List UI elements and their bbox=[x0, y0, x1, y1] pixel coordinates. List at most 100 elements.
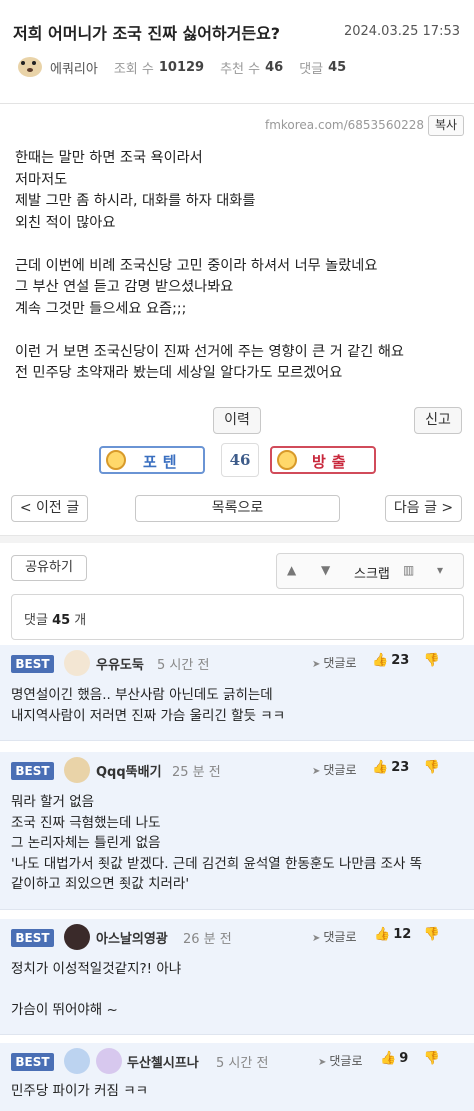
comment-like-button[interactable]: 👍 23 bbox=[372, 653, 409, 668]
reply-button[interactable]: 댓글로 bbox=[312, 761, 356, 778]
vote-count: 46 bbox=[221, 443, 259, 477]
best-badge: BEST bbox=[11, 929, 54, 947]
scrap-button[interactable]: 스크랩 bbox=[354, 563, 390, 582]
thumbs-down-icon[interactable]: 👎 bbox=[424, 927, 440, 942]
user-avatar[interactable] bbox=[64, 650, 90, 676]
comment-text: 명연설이긴 했음.. 부산사람 아닌데도 긁히는데 내지역사람이 저러면 진짜 … bbox=[11, 685, 285, 726]
reply-button[interactable]: 댓글로 bbox=[318, 1052, 362, 1069]
next-post-button[interactable]: 다음 글 > bbox=[385, 495, 462, 522]
copy-url-button[interactable]: 복사 bbox=[428, 115, 464, 136]
thumbs-up-icon: 👍 bbox=[380, 1051, 397, 1066]
comment-time: 25 분 전 bbox=[172, 765, 221, 780]
comment-like-button[interactable]: 👍 12 bbox=[374, 927, 411, 942]
user-avatar[interactable] bbox=[96, 1048, 122, 1074]
user-avatar[interactable] bbox=[64, 757, 90, 783]
comment-line: 가슴이 뛰어야해 ~ bbox=[11, 1002, 118, 1018]
comment-text: 정치가 이성적일것같지?! 아냐 가슴이 뛰어야해 ~ bbox=[11, 959, 181, 1021]
recommend-label: 추천 수 bbox=[220, 61, 261, 77]
comment-time: 5 시간 전 bbox=[157, 658, 210, 673]
prev-post-button[interactable]: < 이전 글 bbox=[11, 495, 88, 522]
comments-count: 45 bbox=[328, 59, 347, 75]
arrow-up-icon[interactable]: ▲ bbox=[287, 563, 296, 577]
body-line: 그 부산 연설 듣고 감명 받으셨나봐요 bbox=[15, 279, 234, 295]
vote-down-button[interactable]: 방출 bbox=[270, 446, 376, 474]
history-button[interactable]: 이력 bbox=[213, 407, 261, 434]
comment-time: 5 시간 전 bbox=[216, 1056, 269, 1071]
comment-count: 댓글 45 개 bbox=[24, 609, 86, 628]
comment-item: BEST 아스날의영광 26 분 전 댓글로 👍12 👎 정치가 이성적일것같지… bbox=[0, 919, 474, 1035]
body-line: 근데 이번에 비례 조국신당 고민 중이라 하셔서 너무 놀랐네요 bbox=[15, 257, 378, 274]
comment-like-button[interactable]: 👍 9 bbox=[380, 1051, 408, 1066]
comment-like-count: 23 bbox=[391, 653, 410, 668]
post-header: 저희 어머니가 조국 진짜 싫어하거든요? 2024.03.25 17:53 에… bbox=[0, 0, 474, 104]
comment-item: BEST 두산첼시프나 5 시간 전 댓글로 👍9 👎 민주당 파이가 커짐 ㅋ… bbox=[0, 1043, 474, 1111]
comment-time: 26 분 전 bbox=[183, 932, 232, 947]
vote-up-label: 포텐 bbox=[143, 453, 183, 471]
comment-count-number: 45 bbox=[52, 613, 71, 628]
comments-label: 댓글 bbox=[299, 61, 324, 77]
body-line: 제발 그만 좀 하시라, 대화를 하자 대화를 bbox=[15, 193, 256, 209]
best-badge: BEST bbox=[11, 762, 54, 780]
body-line: 저마저도 bbox=[15, 171, 68, 188]
body-line: 전 민주당 초약재라 봤는데 세상일 알다가도 모르겠어요 bbox=[15, 365, 343, 381]
bar-chart-icon[interactable]: ▥ bbox=[403, 563, 414, 577]
section-divider bbox=[0, 535, 474, 543]
best-badge: BEST bbox=[11, 655, 54, 673]
post-date: 2024.03.25 17:53 bbox=[343, 24, 460, 39]
vote-down-label: 방출 bbox=[312, 453, 352, 471]
comment-text: 민주당 파이가 커짐 ㅋㅋ bbox=[11, 1081, 148, 1102]
views-label: 조회 수 bbox=[113, 61, 154, 77]
thumbs-up-icon: 👍 bbox=[372, 653, 389, 668]
post-navigation: < 이전 글 목록으로 다음 글 > bbox=[0, 495, 474, 523]
views-count: 10129 bbox=[158, 59, 205, 75]
list-button[interactable]: 목록으로 bbox=[135, 495, 340, 522]
comment-author[interactable]: 우유도둑 bbox=[96, 654, 144, 673]
comment-line: 명연설이긴 했음.. 부산사람 아닌데도 긁히는데 bbox=[11, 687, 273, 703]
comment-line: 민주당 파이가 커짐 ㅋㅋ bbox=[11, 1083, 149, 1099]
comment-item: BEST Qqq뚝배기 25 분 전 댓글로 👍23 👎 뭐라 할거 없음 조국… bbox=[0, 752, 474, 910]
thumbs-down-icon[interactable]: 👎 bbox=[424, 760, 440, 775]
thumbs-down-icon[interactable]: 👎 bbox=[424, 1051, 440, 1066]
reply-button[interactable]: 댓글로 bbox=[312, 928, 356, 945]
body-line: 계속 그것만 들으세요 요즘;;; bbox=[15, 300, 187, 317]
best-badge: BEST bbox=[11, 1053, 54, 1071]
comment-like-count: 23 bbox=[391, 760, 410, 775]
comment-item: BEST 우유도둑 5 시간 전 댓글로 👍23 👎 명연설이긴 했음.. 부산… bbox=[0, 645, 474, 741]
comment-like-count: 9 bbox=[399, 1051, 409, 1066]
body-gap bbox=[15, 234, 465, 256]
arrow-down-icon[interactable]: ▼ bbox=[321, 563, 330, 577]
comment-line: 같이하고 죄있으면 죗값 치러라' bbox=[11, 876, 190, 892]
post-body: 한때는 말만 하면 조국 욕이라서 저마저도 제발 그만 좀 하시라, 대화를 … bbox=[15, 148, 465, 385]
thumbs-down-face-icon bbox=[277, 450, 297, 470]
comment-author[interactable]: 아스날의영광 bbox=[96, 928, 168, 947]
body-line: 이런 거 보면 조국신당이 진짜 선거에 주는 영향이 큰 거 같긴 해요 bbox=[15, 343, 404, 360]
body-line: 한때는 말만 하면 조국 욕이라서 bbox=[15, 150, 203, 166]
comment-line: 그 논리자체는 틀린게 없음 bbox=[11, 835, 161, 851]
thumbs-up-icon: 👍 bbox=[374, 927, 391, 942]
post-meta: 에쿼리아 조회 수 10129 추천 수 46 댓글 45 bbox=[18, 55, 362, 79]
share-button[interactable]: 공유하기 bbox=[11, 555, 87, 581]
vote-row: 포텐 46 방출 bbox=[0, 443, 474, 479]
body-line: 외친 적이 많아요 bbox=[15, 214, 116, 231]
comment-author[interactable]: Qqq뚝배기 bbox=[96, 761, 162, 780]
comment-count-box[interactable]: 댓글 45 개 bbox=[11, 594, 464, 640]
author-name[interactable]: 에쿼리아 bbox=[50, 58, 98, 77]
comment-line: '나도 대법가서 죗값 받겠다. 근데 김건희 윤석열 한동훈도 나만큼 조사 … bbox=[11, 855, 423, 872]
thumbs-down-icon[interactable]: 👎 bbox=[424, 653, 440, 668]
comment-author[interactable]: 두산첼시프나 bbox=[127, 1052, 199, 1071]
comment-like-button[interactable]: 👍 23 bbox=[372, 760, 409, 775]
comment-gap bbox=[11, 980, 181, 1001]
user-avatar[interactable] bbox=[64, 1048, 90, 1074]
recommend-count: 46 bbox=[265, 59, 284, 75]
user-avatar[interactable] bbox=[64, 924, 90, 950]
reply-button[interactable]: 댓글로 bbox=[312, 654, 356, 671]
vote-up-button[interactable]: 포텐 bbox=[99, 446, 205, 474]
comment-text: 뭐라 할거 없음 조국 진짜 극혐했는데 나도 그 논리자체는 틀린게 없음 '… bbox=[11, 792, 422, 895]
chevron-down-icon[interactable]: ▾ bbox=[437, 563, 443, 577]
report-button[interactable]: 신고 bbox=[414, 407, 462, 434]
comment-count-suffix: 개 bbox=[74, 613, 87, 628]
author-avatar[interactable] bbox=[18, 57, 42, 77]
post-title: 저희 어머니가 조국 진짜 싫어하거든요? bbox=[13, 24, 281, 43]
comment-line: 정치가 이성적일것같지?! 아냐 bbox=[11, 961, 182, 977]
post-tools: ▲ ▼ 스크랩 ▥ ▾ bbox=[276, 553, 464, 589]
